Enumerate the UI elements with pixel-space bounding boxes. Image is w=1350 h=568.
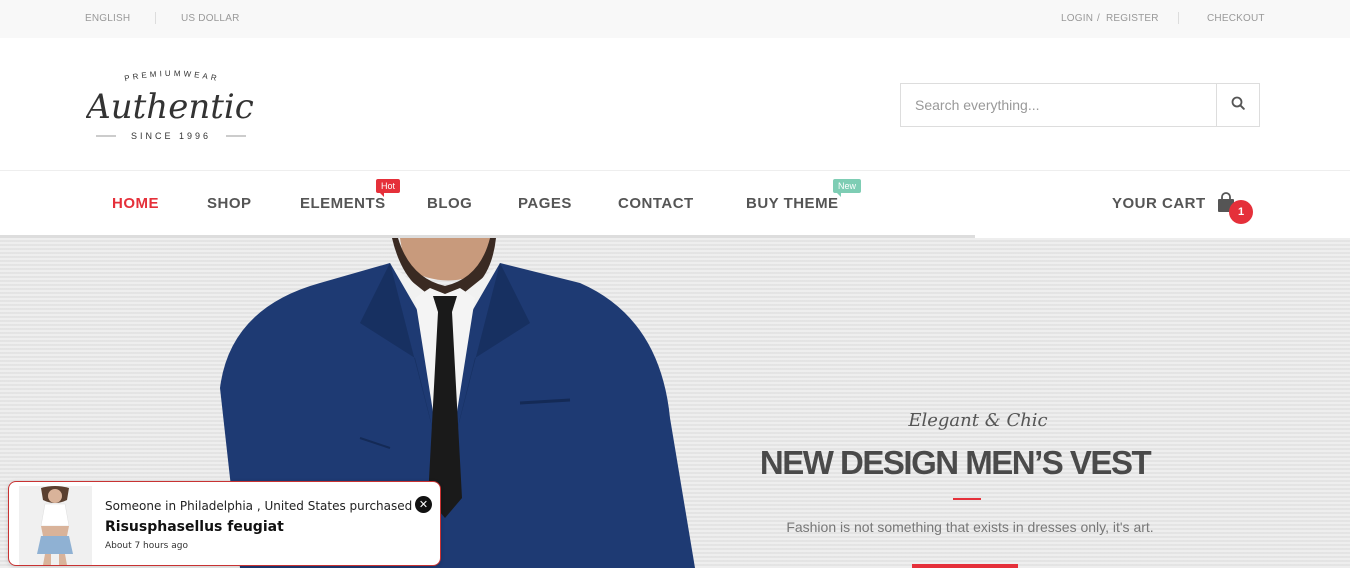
top-bar: ENGLISH US DOLLAR LOGIN / REGISTER CHECK… [0, 0, 1350, 38]
search-button[interactable] [1216, 84, 1259, 126]
checkout-link[interactable]: CHECKOUT [1207, 13, 1265, 24]
hero-script-title: Elegant & Chic [908, 410, 1048, 431]
nav-shop[interactable]: SHOP [207, 195, 252, 212]
product-thumbnail[interactable] [19, 486, 92, 565]
logo-name: Authentic [86, 87, 254, 127]
logo-since: SINCE 1996 [131, 131, 211, 141]
hero-tagline: Fashion is not something that exists in … [786, 519, 1154, 535]
popup-product-name[interactable]: Risusphasellus feugiat [105, 519, 284, 535]
login-link[interactable]: LOGIN [1061, 13, 1093, 24]
search-box [900, 83, 1260, 127]
new-badge: New [833, 179, 862, 197]
hero-divider [953, 498, 981, 500]
recent-purchase-popup[interactable]: Someone in Philadelphia , United States … [8, 481, 441, 566]
svg-text:PREMIUMWEAR: PREMIUMWEAR [124, 69, 221, 83]
cart-count-badge: 1 [1229, 200, 1253, 224]
nav-blog[interactable]: BLOG [427, 195, 472, 212]
hero-cta-button[interactable] [912, 564, 1018, 568]
popup-message: Someone in Philadelphia , United States … [105, 499, 424, 513]
nav-contact[interactable]: CONTACT [618, 195, 694, 212]
close-icon[interactable]: ✕ [415, 496, 432, 513]
main-nav: HOME SHOP ELEMENTS Hot BLOG PAGES CONTAC… [0, 172, 1350, 237]
nav-home[interactable]: HOME [112, 195, 159, 212]
search-input[interactable] [901, 84, 1217, 126]
logo-top-text: PREMIUMWEAR [124, 69, 218, 83]
nav-pages[interactable]: PAGES [518, 195, 572, 212]
divider [1178, 12, 1179, 24]
nav-elements[interactable]: ELEMENTS [300, 195, 386, 212]
search-icon [1231, 96, 1245, 115]
login-separator: / [1097, 13, 1100, 24]
cart-link[interactable]: YOUR CART [1112, 195, 1206, 212]
nav-buy-theme[interactable]: BUY THEME [746, 195, 839, 212]
hero-title: NEW DESIGN MEN’S VEST [759, 444, 1152, 481]
site-header: PREMIUMWEAR Authentic SINCE 1996 [0, 38, 1350, 171]
currency-selector[interactable]: US DOLLAR [181, 13, 240, 24]
hot-badge: Hot [376, 179, 401, 197]
site-logo[interactable]: PREMIUMWEAR Authentic SINCE 1996 [83, 68, 256, 144]
divider [155, 12, 156, 24]
popup-time: About 7 hours ago [105, 541, 188, 551]
register-link[interactable]: REGISTER [1106, 13, 1159, 24]
language-selector[interactable]: ENGLISH [85, 13, 130, 24]
